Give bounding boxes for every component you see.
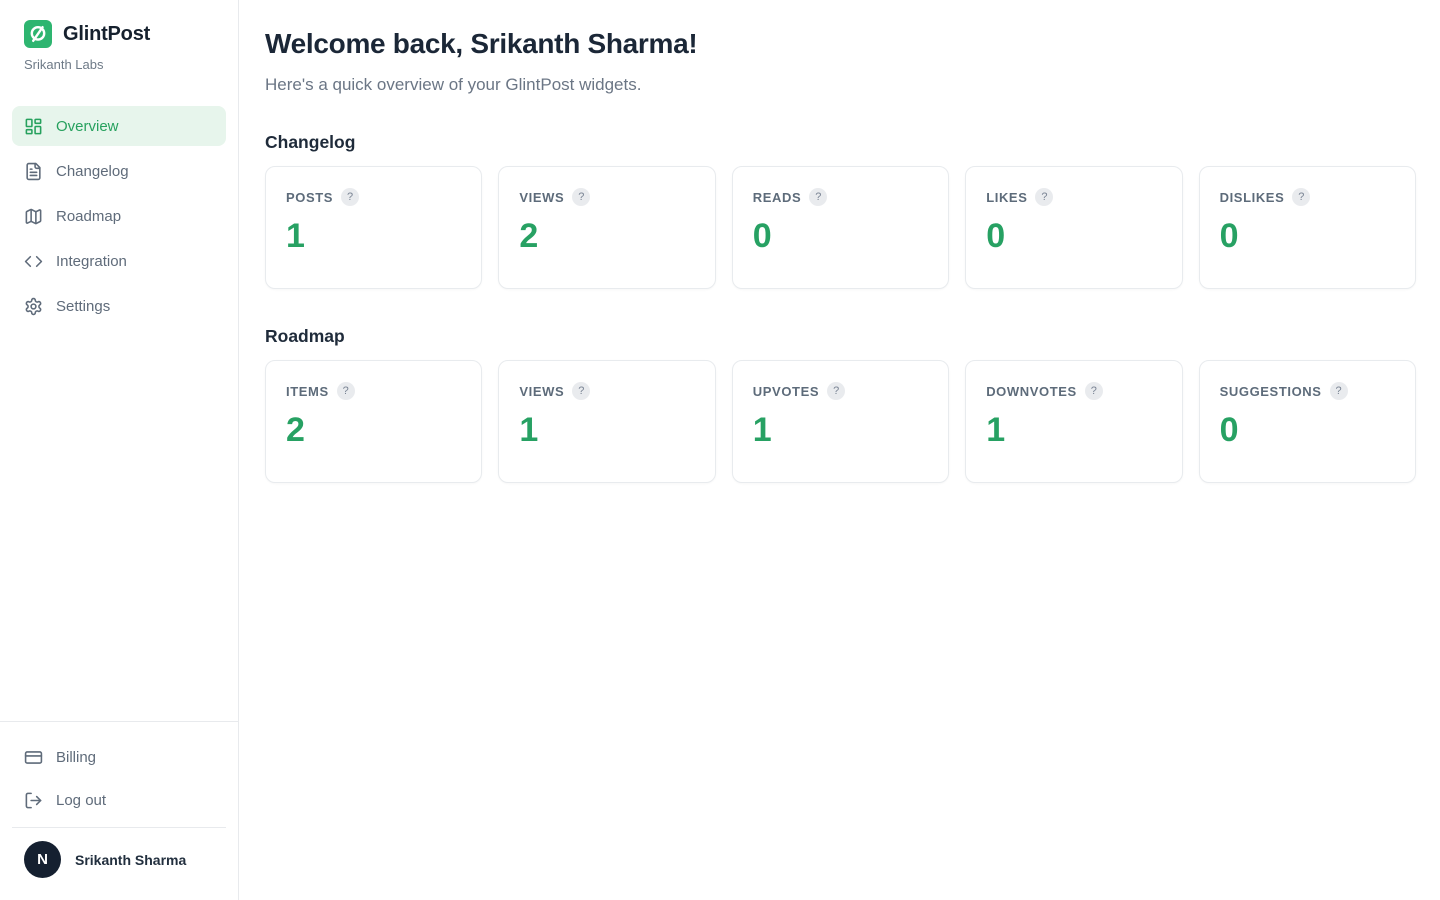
stat-value: 0 [753, 217, 928, 256]
sidebar-item-label: Overview [56, 118, 119, 135]
document-icon [24, 162, 43, 181]
stat-sections: ChangelogPOSTS?1VIEWS?2READS?0LIKES?0DIS… [265, 132, 1416, 483]
stat-label: SUGGESTIONS [1220, 384, 1322, 399]
sidebar-item-label: Billing [56, 749, 96, 766]
stat-card-views: VIEWS? 2 [498, 166, 715, 289]
stat-card-dislikes: DISLIKES? 0 [1199, 166, 1416, 289]
sidebar-item-billing[interactable]: Billing [12, 737, 226, 777]
page-subtitle: Here's a quick overview of your GlintPos… [265, 75, 1416, 95]
stat-value: 0 [986, 217, 1161, 256]
help-icon[interactable]: ? [341, 188, 359, 206]
stat-value: 1 [286, 217, 461, 256]
stat-label: UPVOTES [753, 384, 819, 399]
stat-card-upvotes: UPVOTES? 1 [732, 360, 949, 483]
sidebar-item-integration[interactable]: Integration [12, 241, 226, 281]
stat-label: VIEWS [519, 190, 564, 205]
user-menu[interactable]: N Srikanth Sharma [12, 828, 226, 900]
glintpost-logo-icon [24, 20, 52, 48]
stat-value: 2 [519, 217, 694, 256]
brand-name: GlintPost [63, 23, 150, 46]
dashboard-icon [24, 117, 43, 136]
map-icon [24, 207, 43, 226]
main-content: Welcome back, Srikanth Sharma! Here's a … [239, 0, 1440, 900]
stat-card-items: ITEMS? 2 [265, 360, 482, 483]
stat-value: 0 [1220, 411, 1395, 450]
help-icon[interactable]: ? [1085, 382, 1103, 400]
brand: GlintPost Srikanth Labs [0, 0, 238, 72]
stat-label: DOWNVOTES [986, 384, 1077, 399]
stat-card-posts: POSTS? 1 [265, 166, 482, 289]
section-title-roadmap: Roadmap [265, 326, 1416, 347]
sidebar-spacer [0, 331, 238, 721]
stat-label: VIEWS [519, 384, 564, 399]
card-grid-roadmap: ITEMS? 2 VIEWS? 1 UPVOTES? 1 DOWNVOTES? 1 SUGGES… [265, 360, 1416, 483]
stat-value: 0 [1220, 217, 1395, 256]
user-name: Srikanth Sharma [75, 852, 186, 868]
stat-label: ITEMS [286, 384, 329, 399]
stat-label: LIKES [986, 190, 1027, 205]
stat-value: 1 [519, 411, 694, 450]
sidebar-item-label: Integration [56, 253, 127, 270]
sidebar-item-label: Log out [56, 792, 106, 809]
sidebar-item-settings[interactable]: Settings [12, 286, 226, 326]
stat-label: READS [753, 190, 802, 205]
help-icon[interactable]: ? [1292, 188, 1310, 206]
sidebar-nav: Overview Changelog Roadmap Integration Setti… [0, 106, 238, 331]
help-icon[interactable]: ? [1035, 188, 1053, 206]
sidebar-item-roadmap[interactable]: Roadmap [12, 196, 226, 236]
stat-label: DISLIKES [1220, 190, 1285, 205]
stat-card-downvotes: DOWNVOTES? 1 [965, 360, 1182, 483]
help-icon[interactable]: ? [337, 382, 355, 400]
stat-label: POSTS [286, 190, 333, 205]
help-icon[interactable]: ? [572, 382, 590, 400]
stat-card-views: VIEWS? 1 [498, 360, 715, 483]
stat-card-suggestions: SUGGESTIONS? 0 [1199, 360, 1416, 483]
logout-icon [24, 791, 43, 810]
stat-value: 1 [753, 411, 928, 450]
credit-card-icon [24, 748, 43, 767]
section-title-changelog: Changelog [265, 132, 1416, 153]
sidebar-item-label: Changelog [56, 163, 129, 180]
sidebar-footer-nav: Billing Log out [12, 737, 226, 820]
help-icon[interactable]: ? [1330, 382, 1348, 400]
stat-card-likes: LIKES? 0 [965, 166, 1182, 289]
stat-value: 2 [286, 411, 461, 450]
page-title: Welcome back, Srikanth Sharma! [265, 28, 1416, 60]
stat-value: 1 [986, 411, 1161, 450]
sidebar-footer: Billing Log out N Srikanth Sharma [0, 721, 238, 900]
sidebar-item-log-out[interactable]: Log out [12, 780, 226, 820]
help-icon[interactable]: ? [809, 188, 827, 206]
brand-subtitle: Srikanth Labs [24, 57, 214, 72]
card-grid-changelog: POSTS? 1 VIEWS? 2 READS? 0 LIKES? 0 DISLIKES? 0 [265, 166, 1416, 289]
sidebar-item-overview[interactable]: Overview [12, 106, 226, 146]
help-icon[interactable]: ? [572, 188, 590, 206]
avatar[interactable]: N [24, 841, 61, 878]
help-icon[interactable]: ? [827, 382, 845, 400]
sidebar-item-label: Roadmap [56, 208, 121, 225]
stat-card-reads: READS? 0 [732, 166, 949, 289]
sidebar: GlintPost Srikanth Labs Overview Changelo… [0, 0, 239, 900]
gear-icon [24, 297, 43, 316]
sidebar-item-changelog[interactable]: Changelog [12, 151, 226, 191]
code-icon [24, 252, 43, 271]
sidebar-item-label: Settings [56, 298, 110, 315]
